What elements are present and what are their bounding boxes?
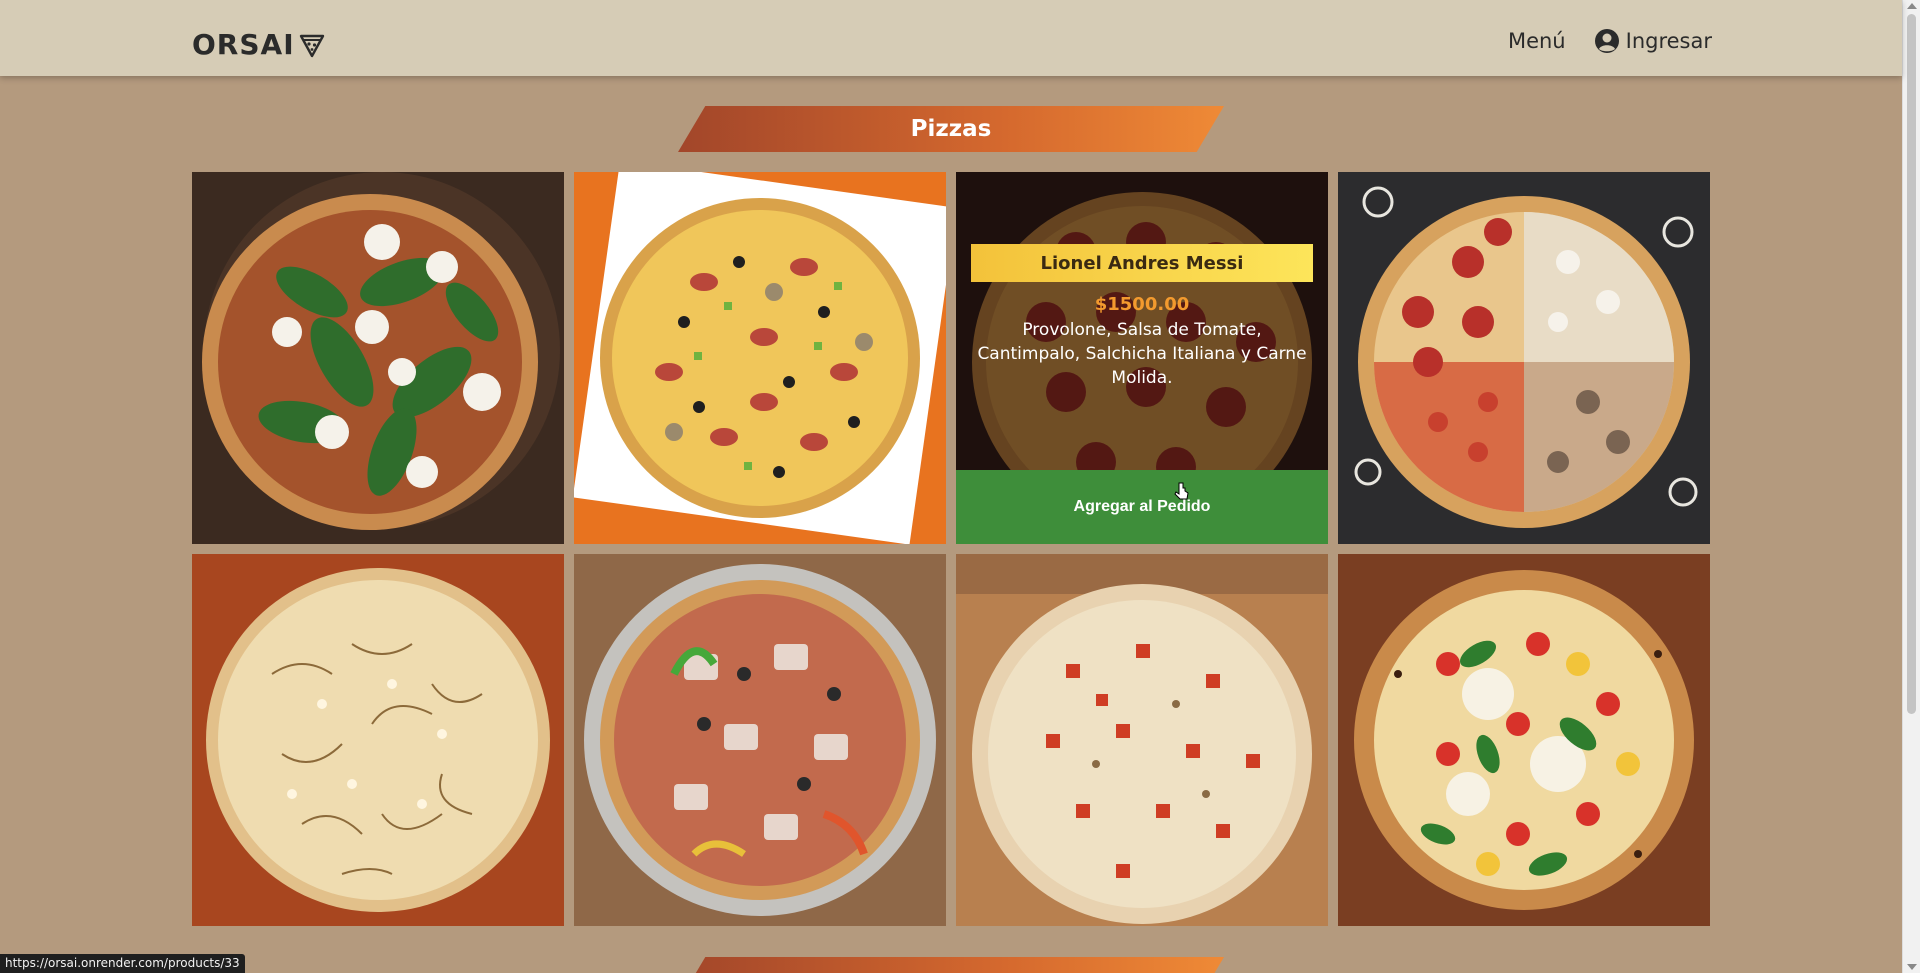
brand-name: ORSAI	[192, 28, 295, 61]
pizza-image	[192, 172, 564, 544]
section-banner: Pizzas	[678, 106, 1224, 152]
scroll-up-arrow-icon[interactable]	[1907, 3, 1917, 9]
product-card[interactable]	[956, 554, 1328, 926]
login-button[interactable]: Ingresar	[1594, 28, 1712, 54]
pizza-slice-icon	[299, 34, 324, 57]
product-card-hovered[interactable]: Lionel Andres Messi $1500.00 Provolone, …	[956, 172, 1328, 544]
login-label: Ingresar	[1625, 29, 1712, 53]
next-section-banner	[678, 957, 1224, 973]
add-to-order-button[interactable]: Agregar al Pedido	[956, 470, 1328, 544]
product-card[interactable]	[574, 172, 946, 544]
product-card[interactable]	[574, 554, 946, 926]
product-card[interactable]	[192, 172, 564, 544]
scroll-thumb[interactable]	[1907, 14, 1916, 714]
product-name: Lionel Andres Messi	[971, 244, 1313, 282]
scroll-down-arrow-icon[interactable]	[1907, 964, 1917, 970]
pizza-image	[574, 172, 946, 544]
user-circle-icon	[1594, 29, 1619, 53]
menu-link[interactable]: Menú	[1508, 29, 1566, 53]
product-description: Provolone, Salsa de Tomate, Cantimpalo, …	[977, 320, 1307, 388]
product-price: $1500.00	[1094, 294, 1190, 315]
nav-actions: Menú Ingresar	[1508, 28, 1712, 54]
product-card[interactable]	[192, 554, 564, 926]
product-grid: Lionel Andres Messi $1500.00 Provolone, …	[192, 172, 1710, 926]
product-card[interactable]	[1338, 554, 1710, 926]
section-title: Pizzas	[910, 116, 992, 142]
brand-logo[interactable]: ORSAI	[192, 28, 325, 61]
navbar: ORSAI Menú Ingresar	[0, 0, 1902, 76]
pizza-image	[1338, 554, 1710, 926]
pizza-image	[574, 554, 946, 926]
status-bar-url: https://orsai.onrender.com/products/33	[0, 954, 245, 973]
product-card[interactable]	[1338, 172, 1710, 544]
mouse-pointer-icon	[1174, 482, 1189, 500]
page-scrollbar[interactable]	[1902, 0, 1920, 973]
pizza-image	[956, 554, 1328, 926]
pizza-image	[1338, 172, 1710, 544]
pizza-image	[192, 554, 564, 926]
